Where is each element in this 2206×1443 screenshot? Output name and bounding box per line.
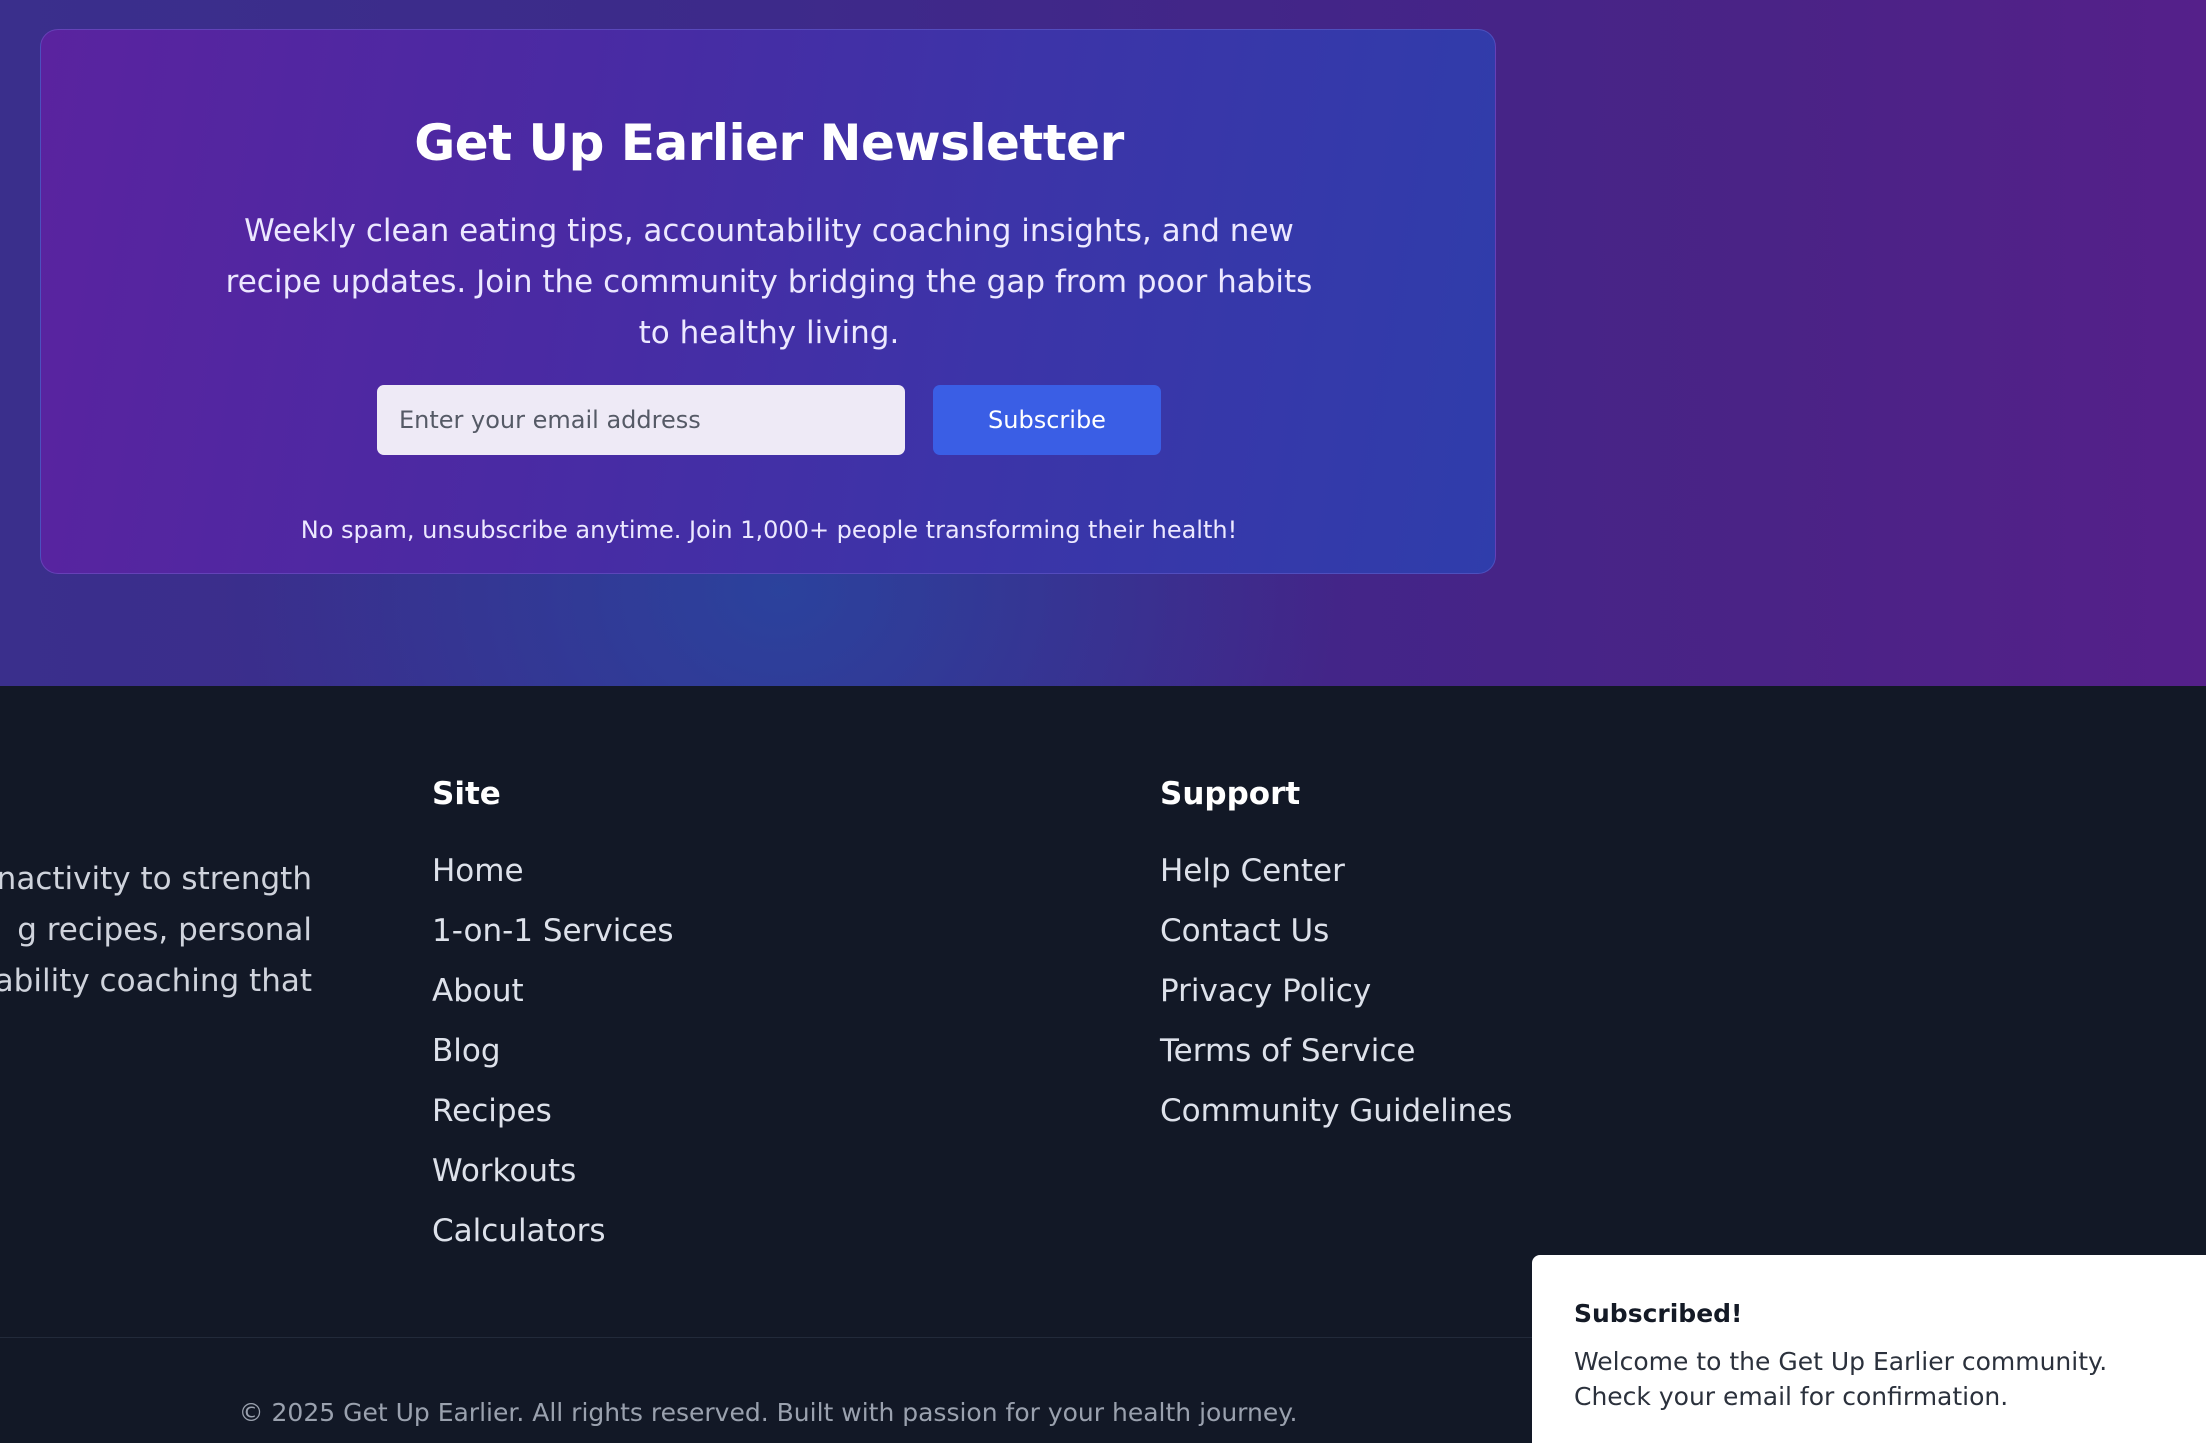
footer-about-line: tability coaching that [0, 963, 312, 999]
footer-about-line: inactivity to strength [0, 861, 312, 897]
footer-link-recipes[interactable]: Recipes [432, 1093, 552, 1129]
footer-link-services[interactable]: 1-on-1 Services [432, 913, 674, 949]
footer-link-terms[interactable]: Terms of Service [1160, 1033, 1415, 1069]
list-item: Home [432, 846, 674, 906]
newsletter-section: Get Up Earlier Newsletter Weekly clean e… [0, 0, 2206, 686]
footer-link-contact[interactable]: Contact Us [1160, 913, 1329, 949]
toast-title: Subscribed! [1574, 1299, 1743, 1328]
subscribe-button[interactable]: Subscribe [933, 385, 1161, 455]
list-item: Recipes [432, 1086, 674, 1146]
newsletter-fine-print: No spam, unsubscribe anytime. Join 1,000… [300, 516, 1238, 544]
list-item: Privacy Policy [1160, 966, 1512, 1026]
footer-link-blog[interactable]: Blog [432, 1033, 501, 1069]
footer-about-text: inactivity to strength g recipes, persona… [0, 854, 312, 1007]
footer-link-calculators[interactable]: Calculators [432, 1213, 606, 1249]
footer-about-line: g recipes, personal [17, 912, 312, 948]
newsletter-card: Get Up Earlier Newsletter Weekly clean e… [40, 29, 1496, 574]
footer-link-about[interactable]: About [432, 973, 524, 1009]
email-input[interactable] [377, 385, 905, 455]
footer-support-links: Help Center Contact Us Privacy Policy Te… [1160, 846, 1512, 1146]
footer-link-guidelines[interactable]: Community Guidelines [1160, 1093, 1512, 1129]
list-item: Community Guidelines [1160, 1086, 1512, 1146]
footer-site-links: Home 1-on-1 Services About Blog Recipes … [432, 846, 674, 1266]
subscribed-toast: Subscribed! Welcome to the Get Up Earlie… [1532, 1255, 2206, 1443]
toast-message: Welcome to the Get Up Earlier community.… [1574, 1347, 2108, 1411]
newsletter-description: Weekly clean eating tips, accountability… [225, 213, 1313, 351]
list-item: About [432, 966, 674, 1026]
footer-link-help-center[interactable]: Help Center [1160, 853, 1345, 889]
footer-site-heading: Site [432, 776, 501, 812]
list-item: Terms of Service [1160, 1026, 1512, 1086]
list-item: 1-on-1 Services [432, 906, 674, 966]
list-item: Blog [432, 1026, 674, 1086]
list-item: Calculators [432, 1206, 674, 1266]
footer-copyright: © 2025 Get Up Earlier. All rights reserv… [238, 1398, 1298, 1427]
footer-link-workouts[interactable]: Workouts [432, 1153, 576, 1189]
footer-link-privacy[interactable]: Privacy Policy [1160, 973, 1371, 1009]
footer-link-home[interactable]: Home [432, 853, 524, 889]
list-item: Help Center [1160, 846, 1512, 906]
newsletter-title: Get Up Earlier Newsletter [414, 114, 1124, 172]
footer-support-heading: Support [1160, 776, 1301, 812]
list-item: Contact Us [1160, 906, 1512, 966]
list-item: Workouts [432, 1146, 674, 1206]
